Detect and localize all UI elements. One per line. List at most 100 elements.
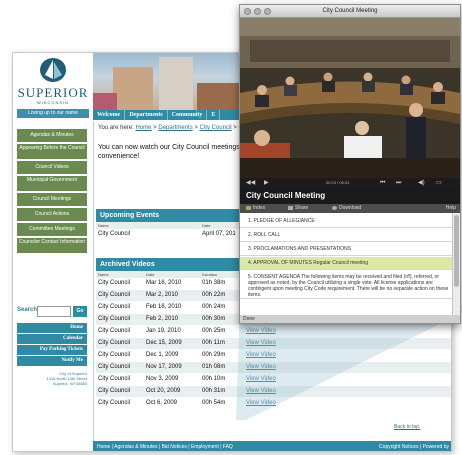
sidebar-link-notify[interactable]: Notify Me	[17, 356, 87, 366]
download-icon	[332, 205, 337, 210]
breadcrumb-city-council[interactable]: City Council	[200, 125, 232, 131]
breadcrumb-departments[interactable]: Departments	[158, 125, 192, 131]
prev-chapter-icon[interactable]: ⏮	[380, 178, 385, 188]
video-name: City Council	[98, 280, 131, 286]
site-sidebar: Agendas & Minutes Appearing Before the C…	[13, 121, 93, 451]
sidebar-item-videos[interactable]: Council Videos	[17, 161, 87, 174]
index-icon	[246, 205, 251, 210]
video-name: City Council	[98, 304, 131, 310]
help-link[interactable]: Help	[446, 204, 456, 213]
event-name: City Council	[98, 231, 131, 237]
agenda-item[interactable]: 3. PROCLAMATIONS AND PRESENTATIONS	[240, 243, 452, 256]
fullscreen-icon[interactable]: ▭	[436, 178, 442, 188]
tab-share-label: Share	[295, 205, 309, 211]
meeting-title: City Council Meeting	[240, 188, 460, 204]
search-go-button[interactable]: Go	[73, 306, 87, 317]
agenda-scrollbar[interactable]	[452, 213, 460, 315]
nav-community[interactable]: Community	[168, 110, 208, 120]
tab-index[interactable]: Index	[246, 204, 265, 213]
video-name: City Council	[98, 316, 131, 322]
logo-tagline: Loving up to our name	[17, 109, 89, 118]
sidebar-item-contact[interactable]: Councilor Contact Information	[17, 238, 87, 253]
col-header-name: Name	[98, 272, 109, 277]
video-name: City Council	[98, 400, 131, 406]
address-line: Superior, WI 54880	[52, 381, 87, 386]
video-name: City Council	[98, 388, 131, 394]
video-date: Nov 3, 2009	[146, 376, 179, 382]
time-readout: 00:23 / 00:31	[326, 180, 350, 185]
breadcrumb-separator: >	[194, 125, 198, 131]
video-name: City Council	[98, 352, 131, 358]
video-duration: 00h 54m	[202, 400, 226, 406]
agenda-item[interactable]: 2. ROLL CALL	[240, 229, 452, 242]
col-header-date: Date	[202, 223, 211, 228]
agenda-item[interactable]: 5. CONSENT AGENDA The following items ma…	[240, 271, 452, 299]
video-date: Dec 1, 2009	[146, 352, 179, 358]
video-date: Feb 16, 2010	[146, 304, 182, 310]
back-to-top-link[interactable]: Back to top.	[394, 424, 420, 430]
scrollbar-thumb[interactable]	[454, 215, 459, 287]
window-titlebar[interactable]: City Council Meeting	[240, 5, 460, 18]
video-duration: 00h 25m	[202, 328, 226, 334]
video-duration: 00h 24m	[202, 304, 226, 310]
sidebar-item-council-meetings[interactable]: Council Meetings	[17, 193, 87, 206]
video-date: Jan 19, 2010	[146, 328, 181, 334]
video-date: Nov 17, 2009	[146, 364, 182, 370]
nav-departments[interactable]: Departments	[125, 110, 168, 120]
window-title: City Council Meeting	[322, 8, 378, 14]
volume-icon[interactable]: ◀)	[418, 178, 425, 188]
video-frame[interactable]	[240, 18, 460, 178]
sidebar-link-calendar[interactable]: Calendar	[17, 334, 87, 344]
footer-copyright[interactable]: Copyright Notices | Powered by	[379, 441, 449, 451]
breadcrumb-prefix: You are here:	[98, 125, 134, 131]
breadcrumb: You are here: Home > Departments > City …	[98, 125, 243, 131]
video-duration: 01h 08m	[202, 364, 226, 370]
nav-more[interactable]: E	[207, 110, 221, 120]
footer-links[interactable]: Home | Agendas & Minutes | Bid Notices |…	[97, 444, 233, 450]
video-date: Dec 15, 2009	[146, 340, 182, 346]
sidebar-item-government[interactable]: Municipal Government	[17, 176, 87, 191]
col-header-name: Name	[98, 223, 109, 228]
event-date: April 07, 201	[202, 231, 236, 237]
next-chapter-icon[interactable]: ⏭	[396, 178, 401, 188]
sidebar-link-parking[interactable]: Pay Parking Tickets	[17, 345, 87, 355]
sidebar-link-home[interactable]: Home	[17, 323, 87, 333]
status-bar: Done	[240, 315, 460, 323]
breadcrumb-home[interactable]: Home	[135, 125, 151, 131]
video-duration: 00h 22m	[202, 292, 226, 298]
video-player-window: City Council Meeting ◀◀ ▶ 00:23 / 00:31 …	[239, 4, 461, 324]
search-label: Search	[17, 307, 38, 313]
header-photo	[93, 53, 253, 113]
screenshot-stage: SUPERIOR WISCONSIN Loving up to our name…	[0, 0, 462, 455]
tab-share[interactable]: Share	[288, 204, 308, 213]
sidebar-item-agendas[interactable]: Agendas & Minutes	[17, 129, 87, 142]
sidebar-item-committee[interactable]: Committee Meetings	[17, 223, 87, 236]
video-name: City Council	[98, 364, 131, 370]
video-duration: 00h 11m	[202, 340, 225, 346]
video-name: City Council	[98, 340, 131, 346]
logo-wordmark: SUPERIOR	[17, 85, 89, 100]
video-name: City Council	[98, 328, 131, 334]
tab-download[interactable]: Download	[332, 204, 361, 213]
video-date: Feb 2, 2010	[146, 316, 179, 322]
nav-welcome[interactable]: Welcome	[93, 110, 126, 120]
search-input[interactable]	[37, 306, 71, 317]
col-header-duration: Duration	[202, 272, 218, 277]
video-date: Mar 2, 2010	[146, 292, 179, 298]
logo-state: WISCONSIN	[36, 100, 70, 105]
intro-text: You can now watch our City Council meeti…	[98, 144, 240, 160]
video-controls-bar: ◀◀ ▶ 00:23 / 00:31 ⏮ ⏭ ◀) ▭	[240, 178, 460, 188]
site-footer: Home | Agendas & Minutes | Bid Notices |…	[93, 441, 451, 451]
search-box: Search Go	[17, 306, 87, 318]
tab-download-label: Download	[339, 205, 362, 211]
play-icon[interactable]: ▶	[264, 178, 269, 188]
video-date: Oct 20, 2009	[146, 388, 181, 394]
sidebar-item-appearing[interactable]: Appearing Before the Council	[17, 144, 87, 159]
agenda-item[interactable]: 1. PLEDGE OF ALLEGIANCE	[240, 215, 452, 228]
sidebar-item-council-actions[interactable]: Council Actions	[17, 208, 87, 221]
superior-logo[interactable]: SUPERIOR WISCONSIN Loving up to our name	[13, 53, 93, 121]
video-duration: 00h 31m	[202, 388, 226, 394]
rewind-icon[interactable]: ◀◀	[246, 178, 255, 188]
agenda-item[interactable]: 4. APPROVAL OF MINUTES Regular Council m…	[240, 257, 452, 270]
sail-logo-icon	[40, 58, 66, 82]
